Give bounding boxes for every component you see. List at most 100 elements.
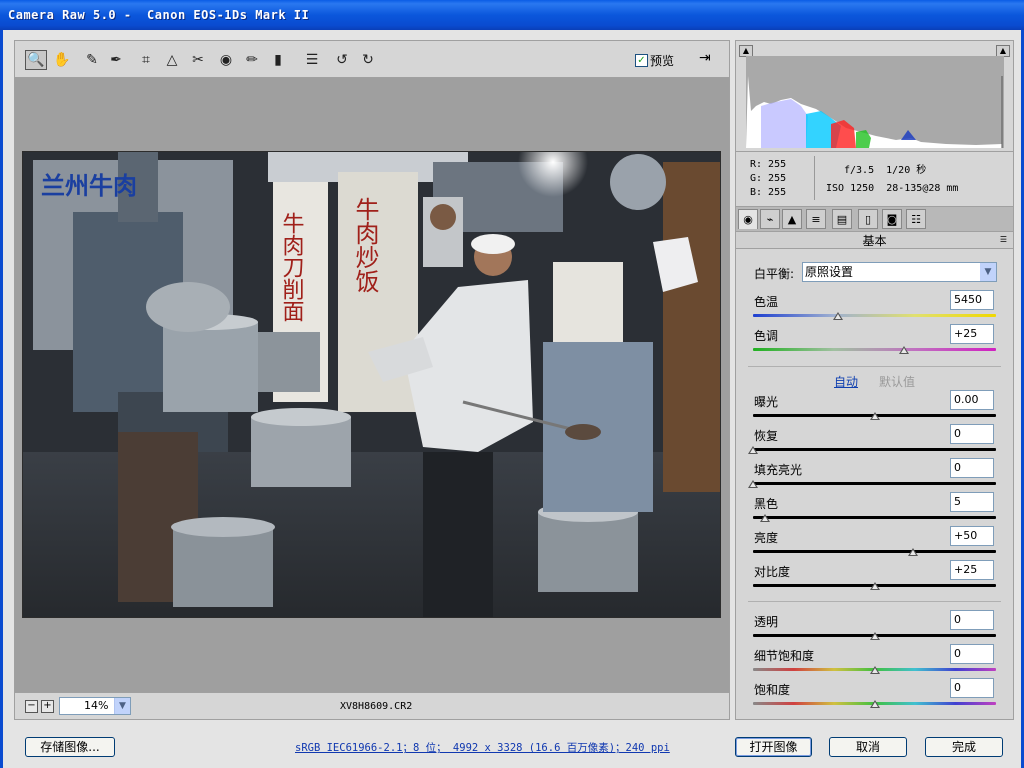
save-image-button[interactable]: 存储图像... (25, 737, 115, 757)
slider-1-thumb[interactable] (898, 346, 909, 354)
hand-tool[interactable]: ✋ (51, 50, 73, 70)
window-title: Camera Raw 5.0 - Canon EOS-1Ds Mark II (8, 8, 310, 22)
zoom-bar: − + 14% ▼ XV8H8609.CR2 (14, 692, 730, 720)
preview-label: 预览 (650, 54, 675, 68)
slider-10-thumb[interactable] (869, 700, 880, 708)
histogram: ▲ ▲ (735, 40, 1014, 152)
zoom-out-button[interactable]: − (25, 700, 38, 713)
slider-2-thumb[interactable] (869, 412, 880, 420)
white-balance-tool[interactable]: ✎ (81, 50, 103, 70)
slider-1-track[interactable] (753, 348, 996, 351)
slider-5-thumb[interactable] (760, 514, 771, 522)
rotate-left-icon: ↺ (336, 52, 348, 68)
slider-8-label: 透明 (754, 615, 779, 629)
slider-4-track[interactable] (753, 482, 996, 485)
slider-4-label: 填充亮光 (754, 463, 803, 477)
slider-10-value-field[interactable]: 0 (950, 678, 994, 698)
tab-hsl[interactable]: ≡ (806, 209, 826, 229)
slider-3-track[interactable] (753, 448, 996, 451)
adjustment-brush-tool[interactable]: ✏ (241, 50, 263, 70)
workflow-options-link[interactable]: sRGB IEC61966-2.1；8 位； 4992 x 3328 (16.6… (295, 740, 670, 755)
panel-menu-icon[interactable]: ☰ (1000, 235, 1007, 244)
basic-panel: 基本 ☰ 白平衡: 原照设置 ▼ 自动 默认值 色温 5450 色调 +25 曝光 0.0… (735, 232, 1014, 720)
photo-preview[interactable]: 兰州牛肉 牛肉刀削面 牛肉炒饭 (22, 151, 721, 618)
slider-7-value-field[interactable]: +25 (950, 560, 994, 580)
slider-0-track[interactable] (753, 314, 996, 317)
slider-6-track[interactable] (753, 550, 996, 553)
slider-1-value-field[interactable]: +25 (950, 324, 994, 344)
slider-6-label: 亮度 (754, 531, 779, 545)
slider-8-value-field[interactable]: 0 (950, 610, 994, 630)
panel-title-text: 基本 (862, 234, 887, 248)
eyedropper-icon: ✎ (86, 52, 98, 68)
photo-sign-right: 牛肉炒饭 (351, 197, 379, 293)
rgb-readout: R: 255 G: 255 B: 255 (750, 159, 787, 198)
spot-removal-icon: ✂ (192, 52, 204, 68)
hand-icon: ✋ (53, 52, 71, 68)
slider-2-label: 曝光 (754, 395, 779, 409)
histogram-graph (746, 56, 1004, 148)
pixel-info: R: 255 G: 255 B: 255 f/3.5 1/20 秒 ISO 12… (735, 152, 1014, 206)
slider-9-thumb[interactable] (869, 666, 880, 674)
slider-0-thumb[interactable] (833, 312, 844, 320)
rotate-left-tool[interactable]: ↺ (331, 50, 353, 70)
crop-tool[interactable]: ⌗ (135, 50, 157, 70)
slider-7-thumb[interactable] (869, 582, 880, 590)
slider-8-thumb[interactable] (869, 632, 880, 640)
slider-9-value-field[interactable]: 0 (950, 644, 994, 664)
preview-toggle[interactable]: ✓ 预览 (635, 52, 674, 69)
graduated-filter-icon: ▮ (274, 52, 282, 68)
white-balance-label: 白平衡: (754, 267, 795, 281)
slider-2-value-field[interactable]: 0.00 (950, 390, 994, 410)
fullscreen-icon[interactable]: ⇥ (699, 50, 717, 68)
zoom-level-select[interactable]: 14% ▼ (59, 697, 131, 715)
straighten-tool[interactable]: △ (161, 50, 183, 70)
title-bar: Camera Raw 5.0 - Canon EOS-1Ds Mark II (0, 0, 1024, 30)
rotate-right-tool[interactable]: ↻ (357, 50, 379, 70)
preferences-tool[interactable]: ☰ (301, 50, 323, 70)
exposure-info: f/3.5 1/20 秒 (844, 165, 927, 176)
white-balance-select[interactable]: 原照设置 ▼ (802, 262, 997, 282)
slider-5-track[interactable] (753, 516, 996, 519)
slider-4-value-field[interactable]: 0 (950, 458, 994, 478)
auto-link[interactable]: 自动 (834, 373, 858, 390)
cancel-button[interactable]: 取消 (829, 737, 907, 757)
photo-sign-top: 兰州牛肉 (41, 172, 137, 200)
done-button[interactable]: 完成 (925, 737, 1003, 757)
slider-4-thumb[interactable] (748, 480, 758, 488)
preview-checkbox[interactable]: ✓ (635, 54, 648, 67)
chevron-down-icon: ▼ (980, 263, 996, 281)
photo-image: 兰州牛肉 牛肉刀削面 牛肉炒饭 (23, 152, 720, 617)
tab-detail[interactable]: ▲ (782, 209, 802, 229)
graduated-filter-tool[interactable]: ▮ (267, 50, 289, 70)
white-balance-value: 原照设置 (805, 265, 854, 279)
tab-camera-calibration[interactable]: ◙ (882, 209, 902, 229)
red-eye-tool[interactable]: ◉ (215, 50, 237, 70)
tab-tone-curve[interactable]: ⌁ (760, 209, 780, 229)
info-divider (814, 156, 815, 200)
tab-lens-corrections[interactable]: ▯ (858, 209, 878, 229)
slider-0-value-field[interactable]: 5450 (950, 290, 994, 310)
color-sampler-tool[interactable]: ✒ (105, 50, 127, 70)
slider-3-label: 恢复 (754, 429, 779, 443)
spot-removal-tool[interactable]: ✂ (187, 50, 209, 70)
zoom-tool[interactable]: 🔍 (25, 50, 47, 70)
crop-icon: ⌗ (142, 52, 150, 68)
slider-3-value-field[interactable]: 0 (950, 424, 994, 444)
slider-5-value-field[interactable]: 5 (950, 492, 994, 512)
open-image-button[interactable]: 打开图像 (735, 737, 812, 757)
color-sampler-icon: ✒ (110, 52, 122, 68)
bottom-bar: 存储图像... sRGB IEC61966-2.1；8 位； 4992 x 33… (3, 720, 1021, 768)
slider-6-value-field[interactable]: +50 (950, 526, 994, 546)
slider-7-label: 对比度 (754, 565, 791, 579)
zoom-in-button[interactable]: + (41, 700, 54, 713)
tab-split-toning[interactable]: ▤ (832, 209, 852, 229)
slider-1-label: 色调 (754, 329, 779, 343)
straighten-icon: △ (166, 52, 178, 68)
default-link[interactable]: 默认值 (879, 373, 915, 390)
slider-6-thumb[interactable] (908, 548, 919, 556)
tab-presets[interactable]: ☷ (906, 209, 926, 229)
panel-tabs: ◉ ⌁ ▲ ≡ ▤ ▯ ◙ ☷ (735, 206, 1014, 232)
slider-3-thumb[interactable] (748, 446, 758, 454)
tab-basic[interactable]: ◉ (738, 209, 758, 229)
